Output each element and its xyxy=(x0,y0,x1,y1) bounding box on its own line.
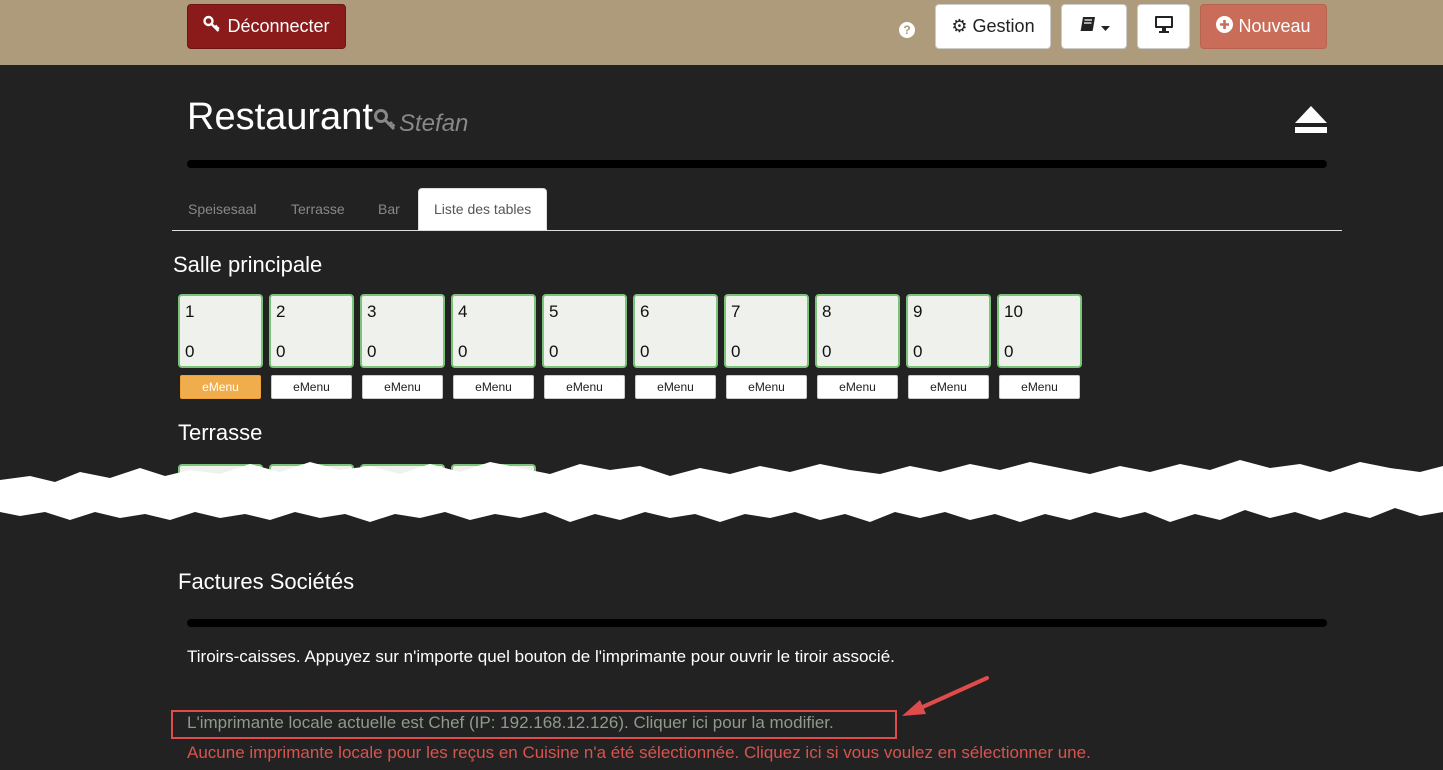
table-guest-count: 0 xyxy=(731,342,741,361)
table-guest-count: 0 xyxy=(549,342,559,361)
gear-icon: ⚙ xyxy=(951,16,968,36)
emenu-button[interactable]: eMenu xyxy=(726,375,807,399)
table-number: 3 xyxy=(367,302,377,321)
emenu-button[interactable]: eMenu xyxy=(453,375,534,399)
divider-bar xyxy=(187,619,1327,627)
table-card[interactable]: 10 0 xyxy=(997,294,1082,368)
table-card[interactable]: 40 xyxy=(451,294,536,368)
table-number: 10 xyxy=(1004,302,1023,321)
tab-liste-des-tables[interactable]: Liste des tables xyxy=(418,188,548,230)
page-title: Restaurant xyxy=(187,96,373,138)
section-heading-main-room: Salle principale xyxy=(173,252,323,277)
table-number: 1 xyxy=(185,302,195,321)
display-button[interactable] xyxy=(1137,4,1190,49)
question-circle-icon[interactable]: ? xyxy=(899,22,915,38)
table-number: 6 xyxy=(640,302,650,321)
plus-circle-icon xyxy=(1216,15,1234,38)
table-card[interactable]: 30 xyxy=(360,294,445,368)
table-number: 5 xyxy=(549,302,559,321)
emenu-button[interactable]: eMenu xyxy=(635,375,716,399)
emenu-button[interactable]: eMenu xyxy=(908,375,989,399)
table-guest-count: 0 xyxy=(458,342,468,361)
table-card[interactable]: 80 xyxy=(815,294,900,368)
table-number: 7 xyxy=(731,302,741,321)
section-heading-terrace: Terrasse xyxy=(178,420,263,445)
eject-icon[interactable] xyxy=(1295,106,1327,134)
table-number: 4 xyxy=(458,302,468,321)
table-card[interactable]: 60 xyxy=(633,294,718,368)
table-card[interactable]: 50 xyxy=(542,294,627,368)
desktop-icon xyxy=(1154,15,1174,38)
table-card[interactable]: 90 xyxy=(906,294,991,368)
key-icon xyxy=(373,108,397,139)
current-user: Stefan xyxy=(373,108,468,139)
table-guest-count: 0 xyxy=(913,342,923,361)
top-navbar: Déconnecter ? ⚙ Gestion Nouveau xyxy=(0,0,1443,65)
book-icon xyxy=(1079,16,1097,37)
new-button[interactable]: Nouveau xyxy=(1200,4,1327,49)
table-card[interactable]: 20 xyxy=(269,294,354,368)
table-number: 9 xyxy=(913,302,923,321)
table-guest-count: 0 xyxy=(367,342,377,361)
logout-button[interactable]: Déconnecter xyxy=(187,4,346,49)
section-heading-company-invoices: Factures Sociétés xyxy=(178,569,355,594)
book-dropdown-button[interactable] xyxy=(1061,4,1127,49)
kitchen-printer-link[interactable]: Aucune imprimante locale pour les reçus … xyxy=(187,743,1091,763)
emenu-button[interactable]: eMenu xyxy=(180,375,261,399)
table-guest-count: 0 xyxy=(185,342,195,361)
table-guest-count: 0 xyxy=(640,342,650,361)
tab-bar[interactable]: Bar xyxy=(363,188,415,229)
emenu-button[interactable]: eMenu xyxy=(271,375,352,399)
divider-bar xyxy=(187,160,1327,168)
tab-speisesaal[interactable]: Speisesaal xyxy=(173,188,272,229)
gestion-label: Gestion xyxy=(972,16,1035,36)
table-guest-count: 0 xyxy=(822,342,832,361)
emenu-button[interactable]: eMenu xyxy=(999,375,1080,399)
table-card[interactable]: 10 xyxy=(178,294,263,368)
emenu-button[interactable]: eMenu xyxy=(544,375,625,399)
gestion-button[interactable]: ⚙ Gestion xyxy=(935,4,1051,49)
table-guest-count: 0 xyxy=(1004,342,1014,361)
new-label: Nouveau xyxy=(1238,16,1311,36)
key-icon xyxy=(203,15,221,38)
torn-edge xyxy=(0,460,1443,522)
room-tabs: Speisesaal Terrasse Bar Liste des tables xyxy=(172,188,1342,231)
user-name: Stefan xyxy=(399,109,469,137)
table-number: 8 xyxy=(822,302,832,321)
table-guest-count: 0 xyxy=(276,342,286,361)
logout-label: Déconnecter xyxy=(227,16,330,36)
local-printer-link[interactable]: L'imprimante locale actuelle est Chef (I… xyxy=(187,713,834,733)
emenu-button[interactable]: eMenu xyxy=(817,375,898,399)
chevron-down-icon xyxy=(1100,16,1110,37)
emenu-button[interactable]: eMenu xyxy=(362,375,443,399)
cash-drawer-info: Tiroirs-caisses. Appuyez sur n'importe q… xyxy=(187,647,895,666)
tab-terrasse[interactable]: Terrasse xyxy=(276,188,360,229)
table-card[interactable]: 70 xyxy=(724,294,809,368)
table-number: 2 xyxy=(276,302,286,321)
annotation-arrow xyxy=(902,676,989,716)
